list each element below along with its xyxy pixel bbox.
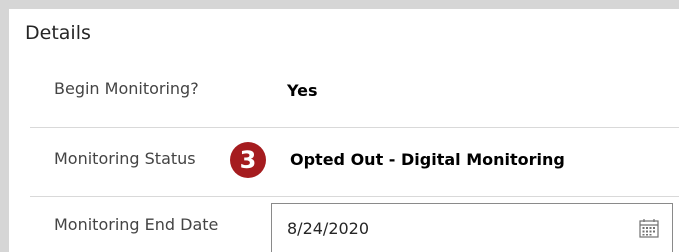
calendar-icon[interactable]	[638, 217, 660, 239]
monitoring-status-value: Opted Out - Digital Monitoring	[290, 150, 565, 169]
monitoring-end-date-field[interactable]: 8/24/2020	[271, 203, 673, 252]
section-title: Details	[25, 22, 91, 44]
row-divider	[30, 196, 679, 197]
begin-monitoring-value: Yes	[287, 81, 318, 100]
step-number-badge: 3	[230, 142, 266, 178]
monitoring-end-date-label: Monitoring End Date	[54, 215, 219, 234]
row-divider	[30, 127, 679, 128]
monitoring-status-label: Monitoring Status	[54, 149, 196, 168]
details-card: Details Begin Monitoring? Yes Monitoring…	[9, 9, 679, 252]
monitoring-end-date-value[interactable]: 8/24/2020	[287, 219, 369, 238]
begin-monitoring-label: Begin Monitoring?	[54, 79, 199, 98]
